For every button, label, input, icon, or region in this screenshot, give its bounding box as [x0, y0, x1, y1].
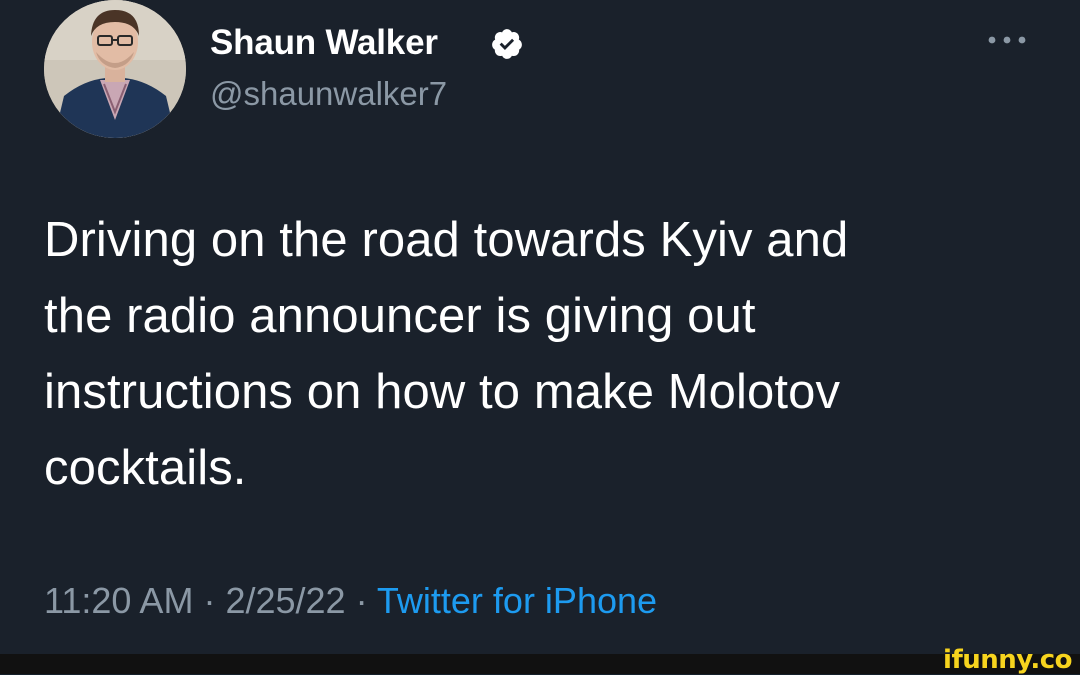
tweet-metadata: 11:20 AM · 2/25/22 · Twitter for iPhone — [44, 577, 657, 625]
tweet-body-text: Driving on the road towards Kyiv and the… — [44, 213, 849, 495]
author-display-name[interactable]: Shaun Walker — [210, 21, 438, 65]
meta-separator: · — [345, 580, 377, 621]
tweet-date[interactable]: 2/25/22 — [225, 580, 345, 621]
author-handle[interactable]: @shaunwalker7 — [210, 72, 447, 116]
author-avatar[interactable] — [44, 0, 186, 138]
watermark-bar — [0, 654, 1080, 674]
ifunny-watermark: ifunny.co — [943, 645, 1072, 675]
verified-badge-icon — [492, 29, 522, 59]
tweet-source-link[interactable]: Twitter for iPhone — [377, 580, 657, 621]
tweet-card: Shaun Walker @shaunwalker7 Driving on th… — [0, 0, 1080, 654]
more-options-icon[interactable] — [984, 30, 1030, 50]
meta-separator: · — [193, 580, 226, 621]
tweet-time[interactable]: 11:20 AM — [44, 580, 193, 621]
avatar-photo — [44, 0, 186, 138]
